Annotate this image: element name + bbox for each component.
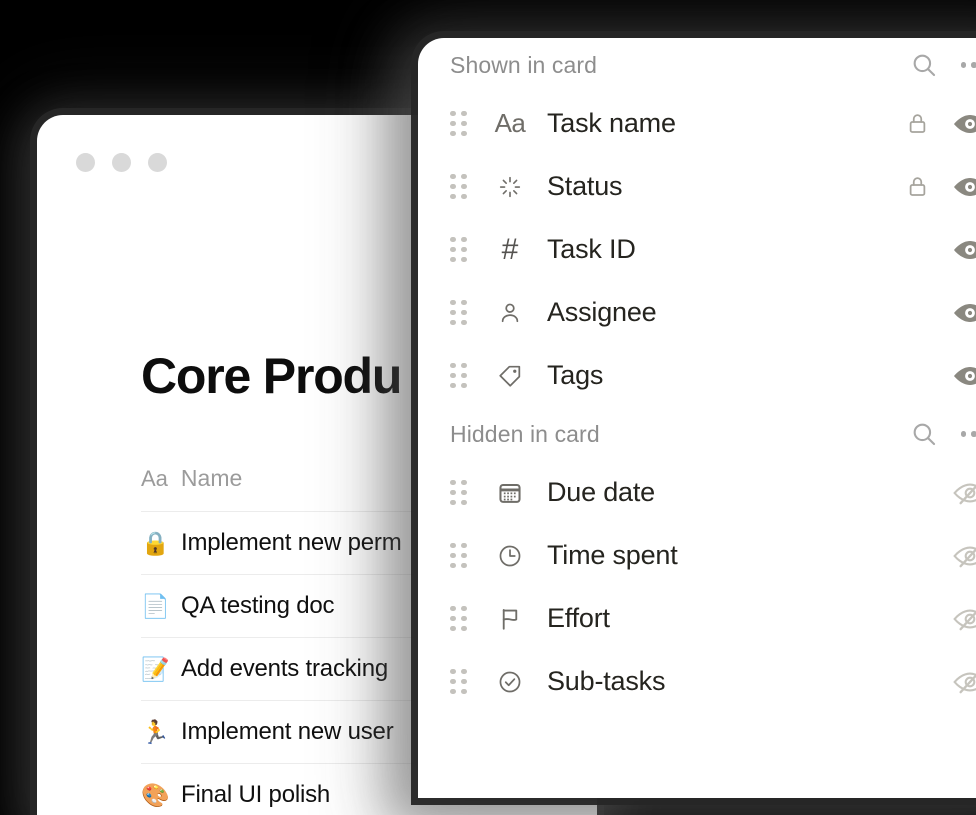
lock-icon: [904, 174, 930, 199]
text-aa-icon: Aa: [141, 466, 168, 491]
spinner-icon: [491, 174, 529, 200]
property-name-label: Time spent: [547, 540, 678, 570]
table-column-header: Aa Name: [141, 465, 242, 492]
window-traffic-lights: [76, 153, 167, 172]
task-emoji-icon: 📝: [141, 655, 170, 682]
lock-icon: [904, 111, 930, 136]
property-name-label: Status: [547, 171, 623, 201]
property-row[interactable]: Aa Task name: [418, 92, 976, 155]
page-title: Core Produ: [141, 348, 402, 404]
more-horizontal-icon[interactable]: [960, 51, 976, 79]
property-name-label: Task ID: [547, 234, 636, 264]
property-row[interactable]: Status: [418, 155, 976, 218]
panel-section-title: Hidden in card: [450, 420, 600, 447]
text-aa-icon: Aa: [494, 108, 526, 138]
property-row[interactable]: Sub-tasks: [418, 650, 976, 713]
flag-icon: [491, 606, 529, 632]
hash-icon: #: [501, 232, 519, 266]
drag-handle-icon[interactable]: [450, 542, 470, 569]
eye-hidden-icon[interactable]: [952, 480, 976, 506]
drag-handle-icon[interactable]: [450, 668, 470, 695]
panel-section-title: Shown in card: [450, 51, 598, 78]
task-emoji-icon: 📄: [141, 592, 170, 619]
property-row[interactable]: Assignee: [418, 281, 976, 344]
task-row-label: Add events tracking: [181, 655, 388, 682]
property-name-label: Tags: [547, 360, 604, 390]
eye-visible-icon[interactable]: [952, 300, 976, 326]
drag-handle-icon[interactable]: [450, 110, 470, 137]
drag-handle-icon[interactable]: [450, 362, 470, 389]
search-icon[interactable]: [910, 420, 938, 448]
clock-icon: [491, 543, 529, 569]
task-row-label: Implement new perm: [181, 529, 402, 556]
property-name-label: Assignee: [547, 297, 657, 327]
drag-handle-icon[interactable]: [450, 173, 470, 200]
task-emoji-icon: 🔒: [141, 529, 170, 556]
drag-handle-icon[interactable]: [450, 299, 470, 326]
person-icon: [491, 300, 529, 326]
calendar-icon: [491, 480, 529, 506]
property-row[interactable]: # Task ID: [418, 218, 976, 281]
close-button[interactable]: [76, 153, 95, 172]
eye-visible-icon[interactable]: [952, 363, 976, 389]
property-row[interactable]: Tags: [418, 344, 976, 407]
eye-hidden-icon[interactable]: [952, 606, 976, 632]
more-horizontal-icon[interactable]: [960, 420, 976, 448]
property-row[interactable]: Time spent: [418, 524, 976, 587]
property-name-label: Task name: [547, 108, 676, 138]
task-emoji-icon: 🏃: [141, 718, 170, 745]
panel-section-header: Hidden in card: [418, 407, 976, 461]
check-circle-icon: [491, 669, 529, 695]
eye-visible-icon[interactable]: [952, 237, 976, 263]
property-name-label: Sub-tasks: [547, 666, 666, 696]
property-name-label: Effort: [547, 603, 610, 633]
drag-handle-icon[interactable]: [450, 479, 470, 506]
search-icon[interactable]: [910, 51, 938, 79]
task-row-label: QA testing doc: [181, 592, 335, 619]
eye-visible-icon[interactable]: [952, 111, 976, 137]
task-emoji-icon: 🎨: [141, 781, 170, 808]
drag-handle-icon[interactable]: [450, 605, 470, 632]
drag-handle-icon[interactable]: [450, 236, 470, 263]
eye-hidden-icon[interactable]: [952, 669, 976, 695]
tag-icon: [491, 363, 529, 389]
eye-visible-icon[interactable]: [952, 174, 976, 200]
card-properties-panel: Shown in card Aa Task name Status # Task ID As…: [418, 38, 976, 798]
property-name-label: Due date: [547, 477, 655, 507]
property-row[interactable]: Effort: [418, 587, 976, 650]
property-row[interactable]: Due date: [418, 461, 976, 524]
task-row-label: Final UI polish: [181, 781, 331, 808]
column-header-label: Name: [180, 465, 243, 491]
panel-section-header: Shown in card: [418, 38, 976, 92]
zoom-button[interactable]: [148, 153, 167, 172]
minimize-button[interactable]: [112, 153, 131, 172]
task-row-label: Implement new user: [181, 718, 394, 745]
eye-hidden-icon[interactable]: [952, 543, 976, 569]
